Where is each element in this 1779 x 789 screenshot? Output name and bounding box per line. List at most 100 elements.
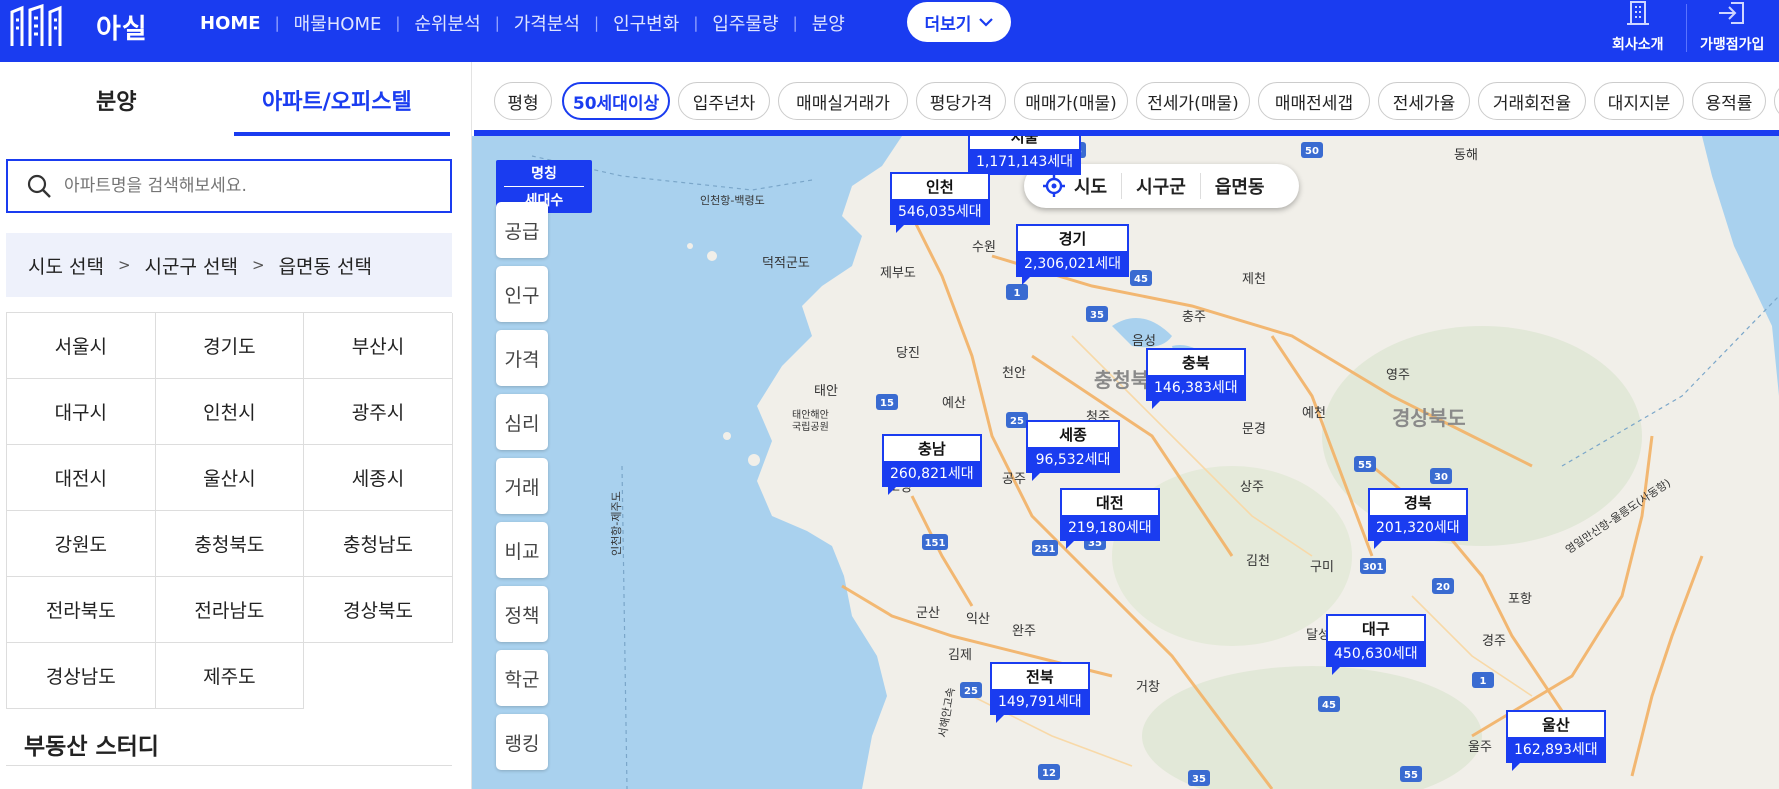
region-cell[interactable]: 인천시 xyxy=(155,379,305,445)
chip-price-per-pyeong[interactable]: 평당가격 xyxy=(916,82,1006,120)
chip-floor-area-ratio[interactable]: 용적률 xyxy=(1692,82,1766,120)
region-cell[interactable]: 전라북도 xyxy=(7,577,156,643)
marker-name: 세종 xyxy=(1059,426,1087,444)
level-sigungu[interactable]: 시구군 xyxy=(1121,173,1200,199)
place-label: 제천 xyxy=(1242,272,1266,287)
region-cell[interactable]: 경상북도 xyxy=(304,577,453,643)
region-marker-chungnam[interactable]: 충남 260,821세대 xyxy=(882,434,982,495)
region-cell[interactable]: 충청남도 xyxy=(304,511,453,577)
region-cell[interactable]: 경기도 xyxy=(155,313,305,379)
road-shield-45: 45 xyxy=(1130,270,1152,286)
logo[interactable]: 아실 xyxy=(8,4,148,48)
region-marker-daegu[interactable]: 대구 450,630세대 xyxy=(1326,614,1426,675)
nav-separator: | xyxy=(594,14,600,32)
crosshair-icon[interactable] xyxy=(1042,174,1066,198)
nav-supply[interactable]: 입주물량 xyxy=(712,10,778,36)
marker-count: 546,035세대 xyxy=(892,199,988,223)
ferry-route-label: 인천항-제주도 xyxy=(610,491,623,556)
marker-name: 대구 xyxy=(1362,620,1390,638)
region-cell[interactable]: 서울시 xyxy=(7,313,156,379)
tab-apartment-officetel[interactable]: 아파트/오피스텔 xyxy=(262,84,412,116)
chip-truncated[interactable]: 건 xyxy=(1774,82,1779,120)
sigungu-select[interactable]: 시군구 선택 xyxy=(145,252,238,279)
nav-home[interactable]: HOME xyxy=(200,13,261,34)
company-link[interactable]: 회사소개 xyxy=(1612,0,1664,54)
nav-ranking[interactable]: 순위분석 xyxy=(414,10,480,36)
region-marker-gyeonggi[interactable]: 경기 2,306,021세대 xyxy=(1016,224,1130,285)
tab-presale[interactable]: 분양 xyxy=(96,84,136,116)
road-shield-25b: 25 xyxy=(960,682,982,698)
level-sido[interactable]: 시도 xyxy=(1066,173,1121,199)
svg-text:251: 251 xyxy=(1035,544,1056,555)
chip-sale-jeonse-gap[interactable]: 매매전세갭 xyxy=(1258,82,1370,120)
region-cell[interactable]: 대구시 xyxy=(7,379,156,445)
region-cell[interactable]: 세종시 xyxy=(304,445,453,511)
side-button-ranking[interactable]: 랭킹 xyxy=(496,714,548,770)
eupmyeondong-select[interactable]: 읍면동 선택 xyxy=(279,252,372,279)
chip-size[interactable]: 평형 xyxy=(494,82,552,120)
search-box xyxy=(6,159,452,213)
join-link[interactable]: 가맹점가입 xyxy=(1700,0,1764,54)
chip-sale-transaction[interactable]: 매매실거래가 xyxy=(778,82,908,120)
side-button-population[interactable]: 인구 xyxy=(496,266,548,322)
level-eupmyeondong[interactable]: 읍면동 xyxy=(1199,173,1279,199)
region-cell[interactable]: 대전시 xyxy=(7,445,156,511)
region-marker-ulsan[interactable]: 울산 162,893세대 xyxy=(1506,710,1606,771)
region-cell[interactable]: 경상남도 xyxy=(7,643,156,709)
nav-separator: | xyxy=(792,14,798,32)
chip-land-share[interactable]: 대지지분 xyxy=(1594,82,1684,120)
place-label: 충주 xyxy=(1182,310,1206,325)
region-cell[interactable]: 전라남도 xyxy=(155,577,305,643)
region-marker-gyeongbuk[interactable]: 경북 201,320세대 xyxy=(1368,488,1468,549)
region-cell[interactable]: 광주시 xyxy=(304,379,453,445)
side-button-compare[interactable]: 비교 xyxy=(496,522,548,578)
search-input[interactable] xyxy=(64,176,444,196)
nav-price-analysis[interactable]: 가격분석 xyxy=(514,10,580,36)
side-button-school[interactable]: 학군 xyxy=(496,650,548,706)
region-marker-jeonbuk[interactable]: 전북 149,791세대 xyxy=(990,662,1090,723)
divider xyxy=(6,765,452,766)
more-button[interactable]: 더보기 xyxy=(907,2,1011,42)
region-cell[interactable]: 부산시 xyxy=(304,313,453,379)
region-cell[interactable]: 강원도 xyxy=(7,511,156,577)
svg-text:1: 1 xyxy=(1014,288,1021,299)
nav-listing-home[interactable]: 매물HOME xyxy=(294,10,382,36)
road-shield-251: 251 xyxy=(1032,540,1058,556)
side-button-sentiment[interactable]: 심리 xyxy=(496,394,548,450)
region-cell[interactable]: 충청북도 xyxy=(155,511,305,577)
svg-text:25: 25 xyxy=(964,686,978,697)
province-label: 경상북도 xyxy=(1392,406,1466,430)
place-label: 울주 xyxy=(1468,740,1492,755)
place-label: 구미 xyxy=(1310,560,1334,575)
search-icon[interactable] xyxy=(26,173,52,199)
region-marker-chungbuk[interactable]: 충북 146,383세대 xyxy=(1146,348,1246,409)
nav-presale[interactable]: 분양 xyxy=(812,10,845,36)
side-button-supply[interactable]: 공급 xyxy=(496,202,548,258)
region-marker-incheon[interactable]: 인천 546,035세대 xyxy=(890,172,990,233)
chip-jeonse-listing[interactable]: 전세가(매물) xyxy=(1136,82,1250,120)
map-view[interactable]: 55 50 45 1 35 15 25 55 30 151 251 35 301… xyxy=(472,136,1779,789)
marker-count: 162,893세대 xyxy=(1508,737,1604,761)
marker-name: 울산 xyxy=(1542,716,1570,734)
region-marker-seoul[interactable]: 서울 1,171,143세대 xyxy=(968,136,1082,183)
chip-sale-listing[interactable]: 매매가(매물) xyxy=(1014,82,1128,120)
region-cell[interactable]: 제주도 xyxy=(155,643,305,709)
marker-tail xyxy=(1032,471,1042,481)
chip-move-in-year[interactable]: 입주년차 xyxy=(678,82,770,120)
place-label: 예산 xyxy=(942,396,966,411)
side-button-price[interactable]: 가격 xyxy=(496,330,548,386)
region-cell[interactable]: 울산시 xyxy=(155,445,305,511)
nav-population[interactable]: 인구변화 xyxy=(613,10,679,36)
chip-50-households[interactable]: 50세대이상 xyxy=(562,82,670,120)
chip-jeonse-ratio[interactable]: 전세가율 xyxy=(1378,82,1470,120)
region-marker-daejeon[interactable]: 대전 219,180세대 xyxy=(1060,488,1160,549)
region-marker-sejong[interactable]: 세종 96,532세대 xyxy=(1026,420,1120,481)
place-label: 동해 xyxy=(1454,148,1478,163)
study-heading[interactable]: 부동산 스터디 xyxy=(24,727,159,761)
side-button-transaction[interactable]: 거래 xyxy=(496,458,548,514)
road-shield-45b: 45 xyxy=(1318,696,1340,712)
chip-turnover[interactable]: 거래회전율 xyxy=(1478,82,1586,120)
sido-select[interactable]: 시도 선택 xyxy=(28,252,104,279)
side-button-policy[interactable]: 정책 xyxy=(496,586,548,642)
svg-text:55: 55 xyxy=(1404,770,1418,781)
